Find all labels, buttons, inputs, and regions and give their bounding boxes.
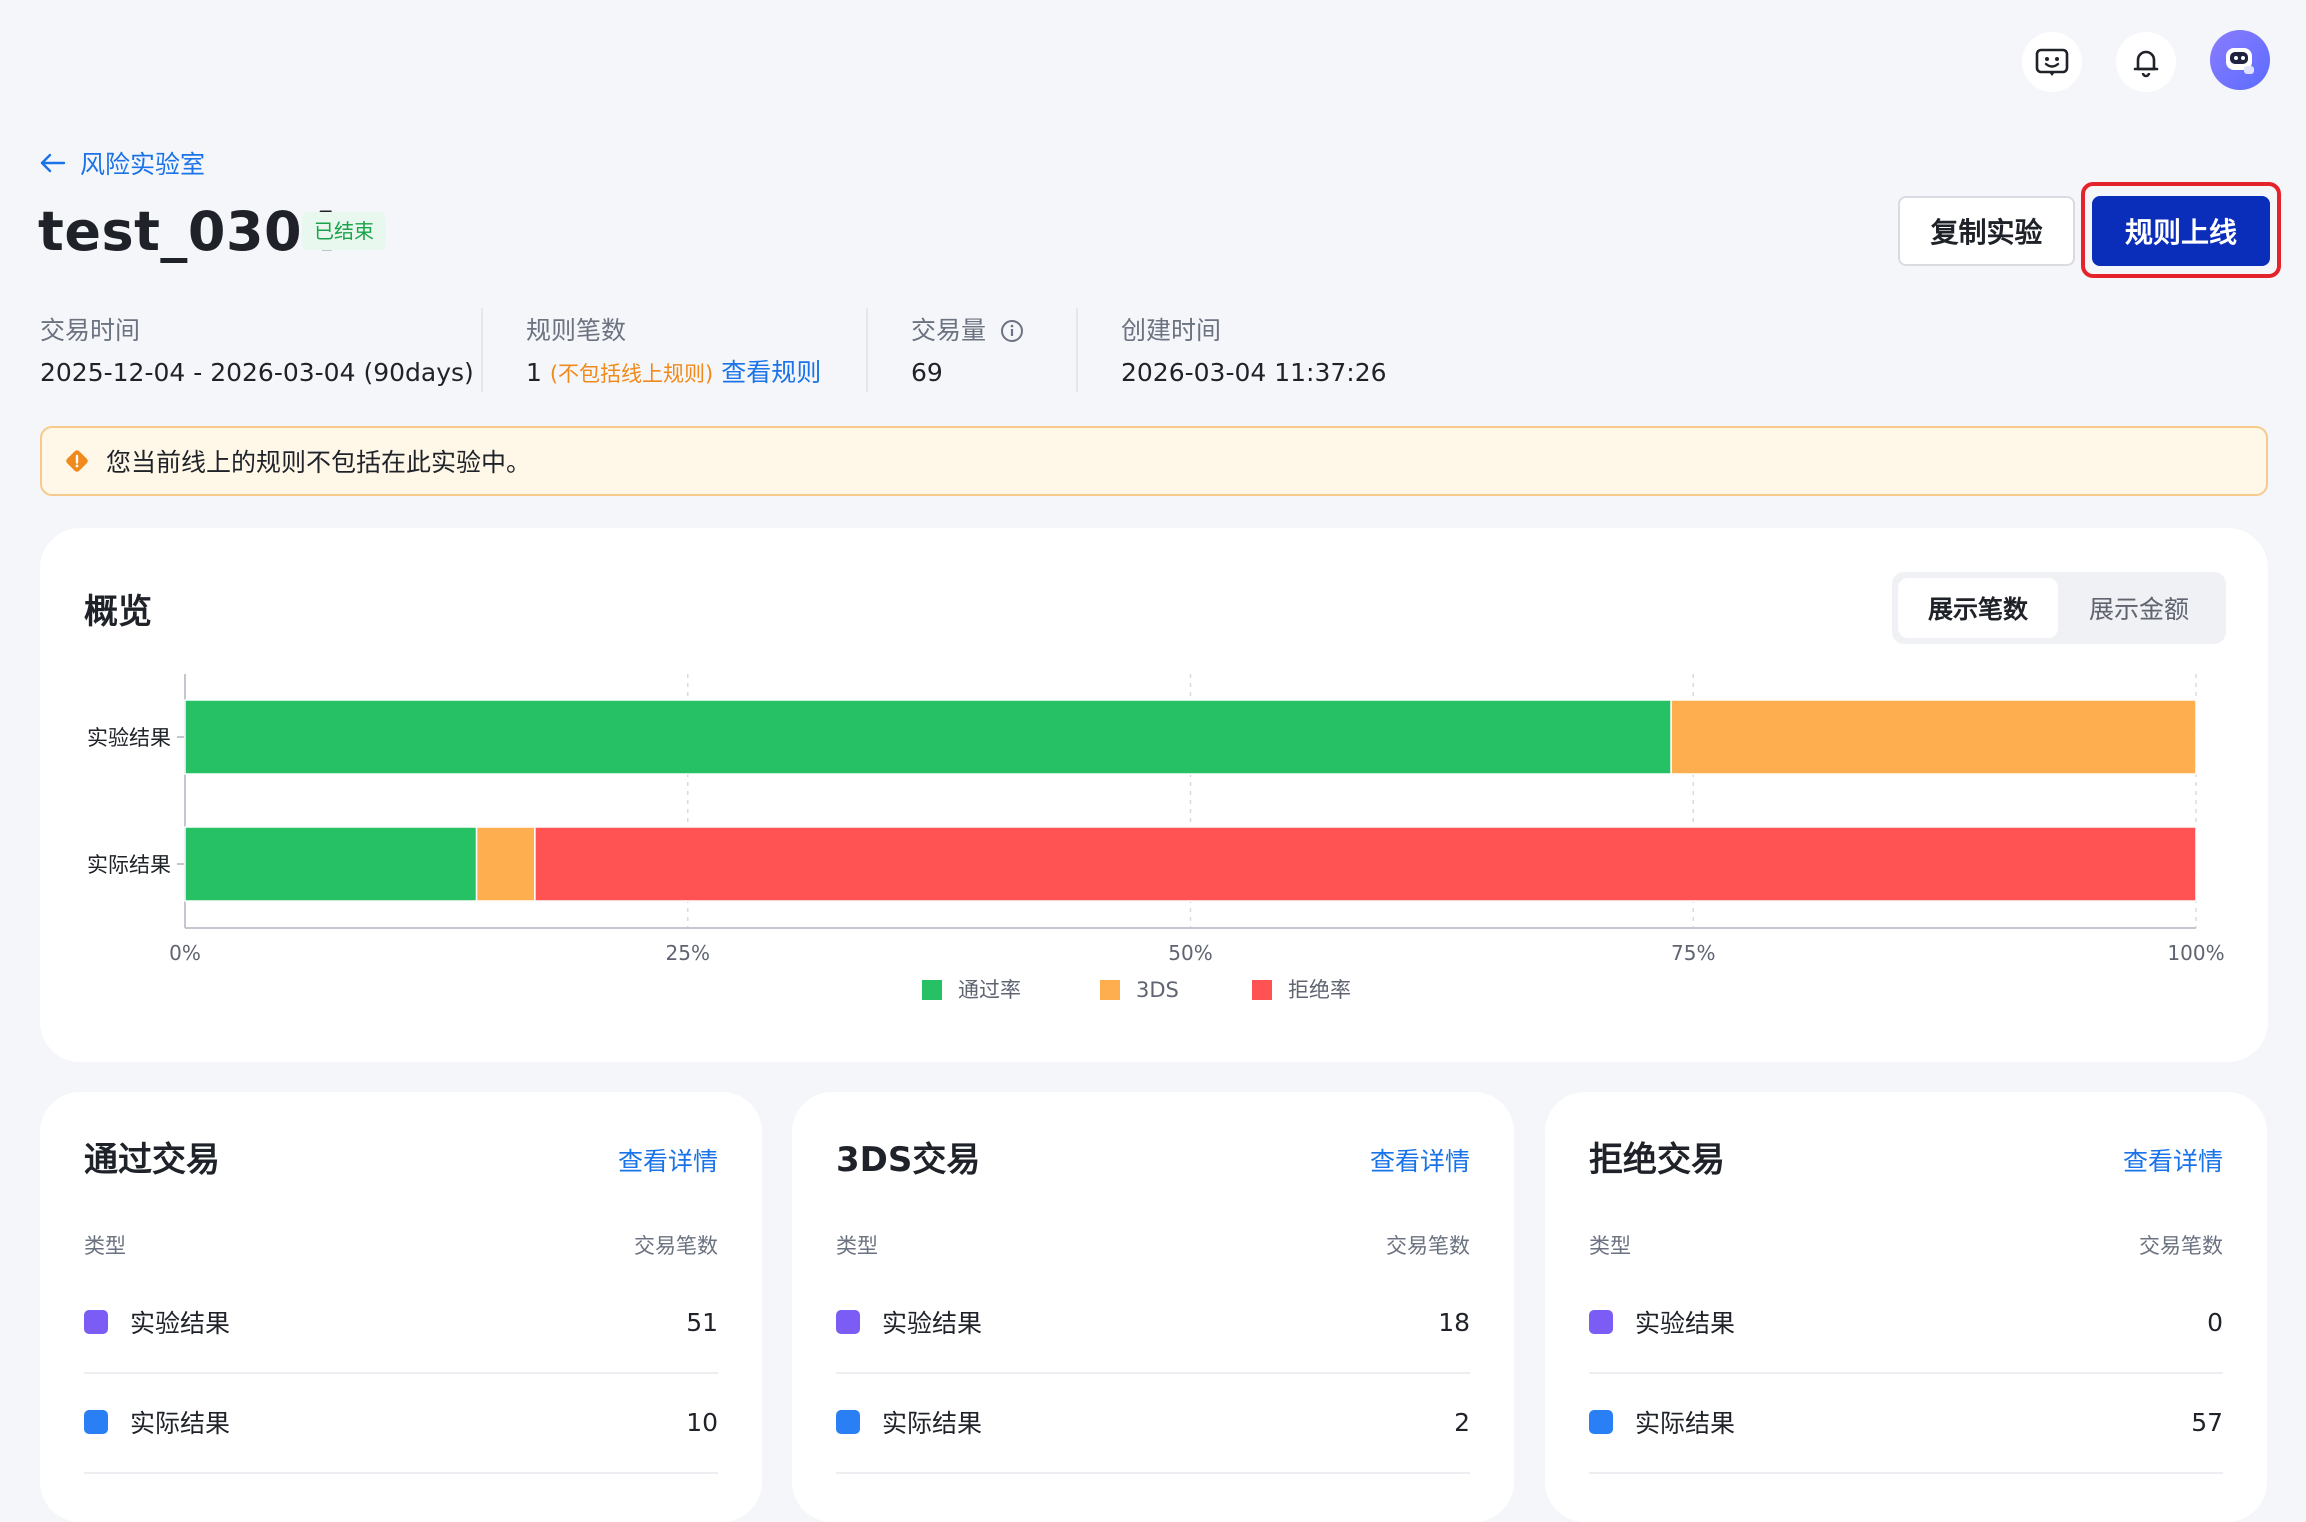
- summary-card: 3DS交易 查看详情 类型 交易笔数 实验结果 18 实际结果 2: [792, 1092, 1514, 1522]
- y-tick-label: 实际结果: [87, 853, 171, 877]
- table-row: 实验结果 51: [84, 1272, 718, 1372]
- legend-swatch: [1100, 980, 1120, 1000]
- row-divider: [836, 1472, 1470, 1474]
- row-value: 18: [1438, 1307, 1470, 1337]
- legend-swatch: [836, 1310, 860, 1334]
- col-type-header: 类型: [836, 1234, 878, 1258]
- bar-segment: [184, 826, 478, 902]
- legend-swatch: [922, 980, 942, 1000]
- x-tick-label: 25%: [666, 941, 710, 965]
- row-value: 10: [686, 1407, 718, 1437]
- summary-card: 通过交易 查看详情 类型 交易笔数 实验结果 51 实际结果 10: [40, 1092, 762, 1522]
- col-type-header: 类型: [1589, 1234, 1631, 1258]
- col-count-header: 交易笔数: [1386, 1234, 1470, 1258]
- legend-swatch: [84, 1410, 108, 1434]
- card-title: 通过交易: [84, 1140, 220, 1180]
- x-tick-label: 0%: [169, 941, 201, 965]
- row-label: 实际结果: [130, 1409, 231, 1438]
- col-type-header: 类型: [84, 1234, 126, 1258]
- col-count-header: 交易笔数: [2139, 1234, 2223, 1258]
- row-value: 0: [2207, 1307, 2223, 1337]
- col-count-header: 交易笔数: [634, 1234, 718, 1258]
- overview-chart: 0% 25% 50% 75% 100% 实验结果实际结果通过率 3DS 拒绝率: [87, 674, 2225, 1002]
- x-tick-label: 75%: [1671, 941, 1715, 965]
- row-value: 2: [1454, 1407, 1470, 1437]
- card-title: 3DS交易: [836, 1140, 981, 1180]
- legend-swatch: [84, 1310, 108, 1334]
- row-label: 实际结果: [1635, 1409, 1736, 1438]
- legend-label: 拒绝率: [1288, 978, 1351, 1002]
- x-tick-label: 100%: [2167, 941, 2224, 965]
- table-row: 实际结果 57: [1589, 1372, 2223, 1472]
- row-label: 实验结果: [130, 1309, 231, 1338]
- card-title: 拒绝交易: [1589, 1140, 1725, 1180]
- y-tick-label: 实验结果: [87, 726, 171, 750]
- bar-segment: [475, 826, 536, 902]
- table-row: 实验结果 18: [836, 1272, 1470, 1372]
- row-label: 实验结果: [882, 1309, 983, 1338]
- table-row: 实验结果 0: [1589, 1272, 2223, 1372]
- table-row: 实际结果 10: [84, 1372, 718, 1472]
- bar-segment: [184, 699, 1672, 775]
- legend-swatch: [1589, 1410, 1613, 1434]
- row-label: 实验结果: [1635, 1309, 1736, 1338]
- table-row: 实际结果 2: [836, 1372, 1470, 1472]
- summary-card: 拒绝交易 查看详情 类型 交易笔数 实验结果 0 实际结果 57: [1545, 1092, 2267, 1522]
- legend-label: 通过率: [958, 978, 1021, 1002]
- legend-swatch: [836, 1410, 860, 1434]
- legend-swatch: [1589, 1310, 1613, 1334]
- x-tick-label: 50%: [1168, 941, 1212, 965]
- view-details-link[interactable]: 查看详情: [618, 1142, 718, 1178]
- bar-segment: [1670, 699, 2197, 775]
- view-details-link[interactable]: 查看详情: [1370, 1142, 1470, 1178]
- view-details-link[interactable]: 查看详情: [2123, 1142, 2223, 1178]
- legend-label: 3DS: [1136, 978, 1179, 1002]
- row-value: 57: [2191, 1407, 2223, 1437]
- legend-swatch: [1252, 980, 1272, 1000]
- row-value: 51: [686, 1307, 718, 1337]
- row-divider: [84, 1472, 718, 1474]
- bar-segment: [534, 826, 2197, 902]
- row-divider: [1589, 1472, 2223, 1474]
- row-label: 实际结果: [882, 1409, 983, 1438]
